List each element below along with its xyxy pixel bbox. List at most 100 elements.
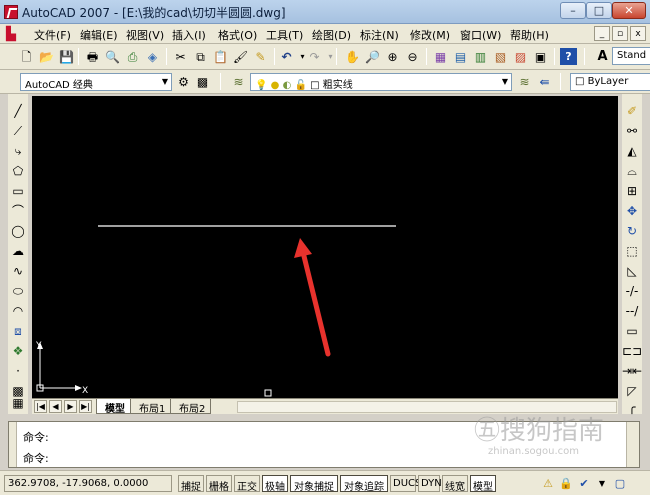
grid-toggle[interactable]: 栅格 xyxy=(206,475,232,493)
quickcalc-icon[interactable]: ▣ xyxy=(532,48,549,65)
menu-tools[interactable]: 工具(T) xyxy=(266,27,303,43)
workspace-settings-icon[interactable]: ⚙ xyxy=(175,73,192,90)
make-object-layer-current-icon[interactable]: ≋ xyxy=(516,73,533,90)
zoom-previous-icon[interactable]: ⊖ xyxy=(404,48,421,65)
menu-window[interactable]: 窗口(W) xyxy=(460,27,501,43)
stretch-icon[interactable]: ◺ xyxy=(623,262,641,280)
sheet-set-manager-icon[interactable]: ▧ xyxy=(492,48,509,65)
ellipse-arc-icon[interactable]: ◠ xyxy=(9,302,27,320)
tool-palettes-icon[interactable]: ▥ xyxy=(472,48,489,65)
print-preview-icon[interactable]: 🔍 xyxy=(104,48,121,65)
maximize-button[interactable]: □ xyxy=(586,2,612,19)
erase-icon[interactable]: ✐ xyxy=(623,102,641,120)
point-icon[interactable]: · xyxy=(9,362,27,380)
polar-toggle[interactable]: 极轴 xyxy=(262,475,288,493)
zoom-window-icon[interactable]: ⊕ xyxy=(384,48,401,65)
match-properties-icon[interactable]: 🖌 xyxy=(232,48,249,65)
command-scrollbar[interactable] xyxy=(626,422,639,467)
3d-dwf-icon[interactable]: ◈ xyxy=(144,48,161,65)
workspace-combo[interactable]: AutoCAD 经典 ▼ xyxy=(20,73,172,91)
polygon-icon[interactable]: ⬠ xyxy=(9,162,27,180)
horizontal-scrollbar[interactable] xyxy=(237,401,617,413)
break-at-point-icon[interactable]: ▭ xyxy=(623,322,641,340)
spline-icon[interactable]: ∿ xyxy=(9,262,27,280)
copy-icon[interactable]: ⧉ xyxy=(192,48,209,65)
next-tab-button[interactable]: ▶ xyxy=(64,400,77,413)
zoom-realtime-icon[interactable]: 🔎 xyxy=(364,48,381,65)
save-icon[interactable]: 💾 xyxy=(58,48,75,65)
move-icon[interactable]: ✥ xyxy=(623,202,641,220)
cad-standards-icon[interactable]: ✔ xyxy=(576,475,592,492)
gradient-icon[interactable]: ▦ xyxy=(9,394,27,412)
osnap-toggle[interactable]: 对象捕捉 xyxy=(290,475,338,493)
menu-format[interactable]: 格式(O) xyxy=(218,27,257,43)
clean-screen-icon[interactable]: ▢ xyxy=(612,475,628,492)
rectangle-icon[interactable]: ▭ xyxy=(9,182,27,200)
ellipse-icon[interactable]: ⬭ xyxy=(9,282,27,300)
markup-set-manager-icon[interactable]: ▨ xyxy=(512,48,529,65)
polyline-icon[interactable]: ⤷ xyxy=(9,142,27,160)
fillet-icon[interactable]: ╭ xyxy=(623,398,641,416)
revision-cloud-icon[interactable]: ☁ xyxy=(9,242,27,260)
doc-close-button[interactable]: x xyxy=(630,26,646,41)
layer-manager-icon[interactable]: ≋ xyxy=(230,73,247,90)
menu-insert[interactable]: 插入(I) xyxy=(172,27,206,43)
snap-toggle[interactable]: 捕捉 xyxy=(178,475,204,493)
close-button[interactable]: ✕ xyxy=(612,2,646,19)
otrack-toggle[interactable]: 对象追踪 xyxy=(340,475,388,493)
doc-restore-button[interactable]: ▫ xyxy=(612,26,628,41)
menu-dimension[interactable]: 标注(N) xyxy=(360,27,399,43)
command-window-grip[interactable] xyxy=(9,422,17,467)
menu-draw[interactable]: 绘图(D) xyxy=(312,27,351,43)
construction-line-icon[interactable]: ⟋ xyxy=(9,122,27,140)
coordinate-readout[interactable]: 362.9708, -17.9068, 0.0000 xyxy=(4,475,172,492)
dyn-toggle[interactable]: DYN xyxy=(418,475,442,492)
drawing-area[interactable]: Y X xyxy=(32,96,618,398)
prev-tab-button[interactable]: ◀ xyxy=(49,400,62,413)
array-icon[interactable]: ⊞ xyxy=(623,182,641,200)
autocad-app-icon[interactable] xyxy=(4,5,18,19)
circle-icon[interactable]: ◯ xyxy=(9,222,27,240)
make-block-icon[interactable]: ❖ xyxy=(9,342,27,360)
menu-edit[interactable]: 编辑(E) xyxy=(80,27,118,43)
extend-icon[interactable]: --/ xyxy=(623,302,641,320)
block-editor-icon[interactable]: ✎ xyxy=(252,48,269,65)
first-tab-button[interactable]: |◀ xyxy=(34,400,47,413)
redo-icon[interactable]: ↷ xyxy=(306,48,323,65)
text-style-icon[interactable]: A xyxy=(594,48,611,65)
insert-block-icon[interactable]: ⧈ xyxy=(9,322,27,340)
undo-icon[interactable]: ↶ xyxy=(278,48,295,65)
arc-icon[interactable]: ⌒ xyxy=(9,202,27,220)
menu-view[interactable]: 视图(V) xyxy=(126,27,164,43)
print-icon[interactable]: 🖶 xyxy=(84,48,101,65)
mirror-icon[interactable]: ◭ xyxy=(623,142,641,160)
scale-icon[interactable]: ⬚ xyxy=(623,242,641,260)
new-file-icon[interactable]: 🗋 xyxy=(18,48,35,65)
document-menu-icon[interactable]: ▙ xyxy=(6,27,16,42)
menu-help[interactable]: 帮助(H) xyxy=(510,27,549,43)
publish-icon[interactable]: ⎙ xyxy=(124,48,141,65)
color-combo[interactable]: □ ByLayer xyxy=(570,73,650,91)
menu-modify[interactable]: 修改(M) xyxy=(410,27,450,43)
trim-icon[interactable]: -/- xyxy=(623,282,641,300)
lock-toolbar-icon[interactable]: 🔒 xyxy=(558,475,574,492)
lineweight-toggle[interactable]: 线宽 xyxy=(442,475,468,493)
my-workspace-icon[interactable]: ▩ xyxy=(194,73,211,90)
open-folder-icon[interactable]: 📂 xyxy=(38,48,55,65)
design-center-icon[interactable]: ▤ xyxy=(452,48,469,65)
tab-model[interactable]: 模型 xyxy=(96,399,131,415)
ortho-toggle[interactable]: 正交 xyxy=(234,475,260,493)
rotate-icon[interactable]: ↻ xyxy=(623,222,641,240)
help-icon[interactable]: ? xyxy=(560,48,577,65)
menu-file[interactable]: 文件(F) xyxy=(34,27,71,43)
break-icon[interactable]: ⊏⊐ xyxy=(622,342,642,360)
layer-previous-icon[interactable]: ⇚ xyxy=(536,73,553,90)
doc-minimize-button[interactable]: _ xyxy=(594,26,610,41)
communication-center-icon[interactable]: ⚠ xyxy=(540,475,556,492)
layer-combo[interactable]: 💡 ● ◐ 🔓 □ 粗实线 ▼ xyxy=(250,73,512,91)
tab-layout1[interactable]: 布局1 xyxy=(130,399,172,415)
offset-icon[interactable]: ⌓ xyxy=(623,162,641,180)
minimize-button[interactable]: – xyxy=(560,2,586,19)
join-icon[interactable]: ⇥⇤ xyxy=(622,362,642,380)
pan-realtime-icon[interactable]: ✋ xyxy=(344,48,361,65)
